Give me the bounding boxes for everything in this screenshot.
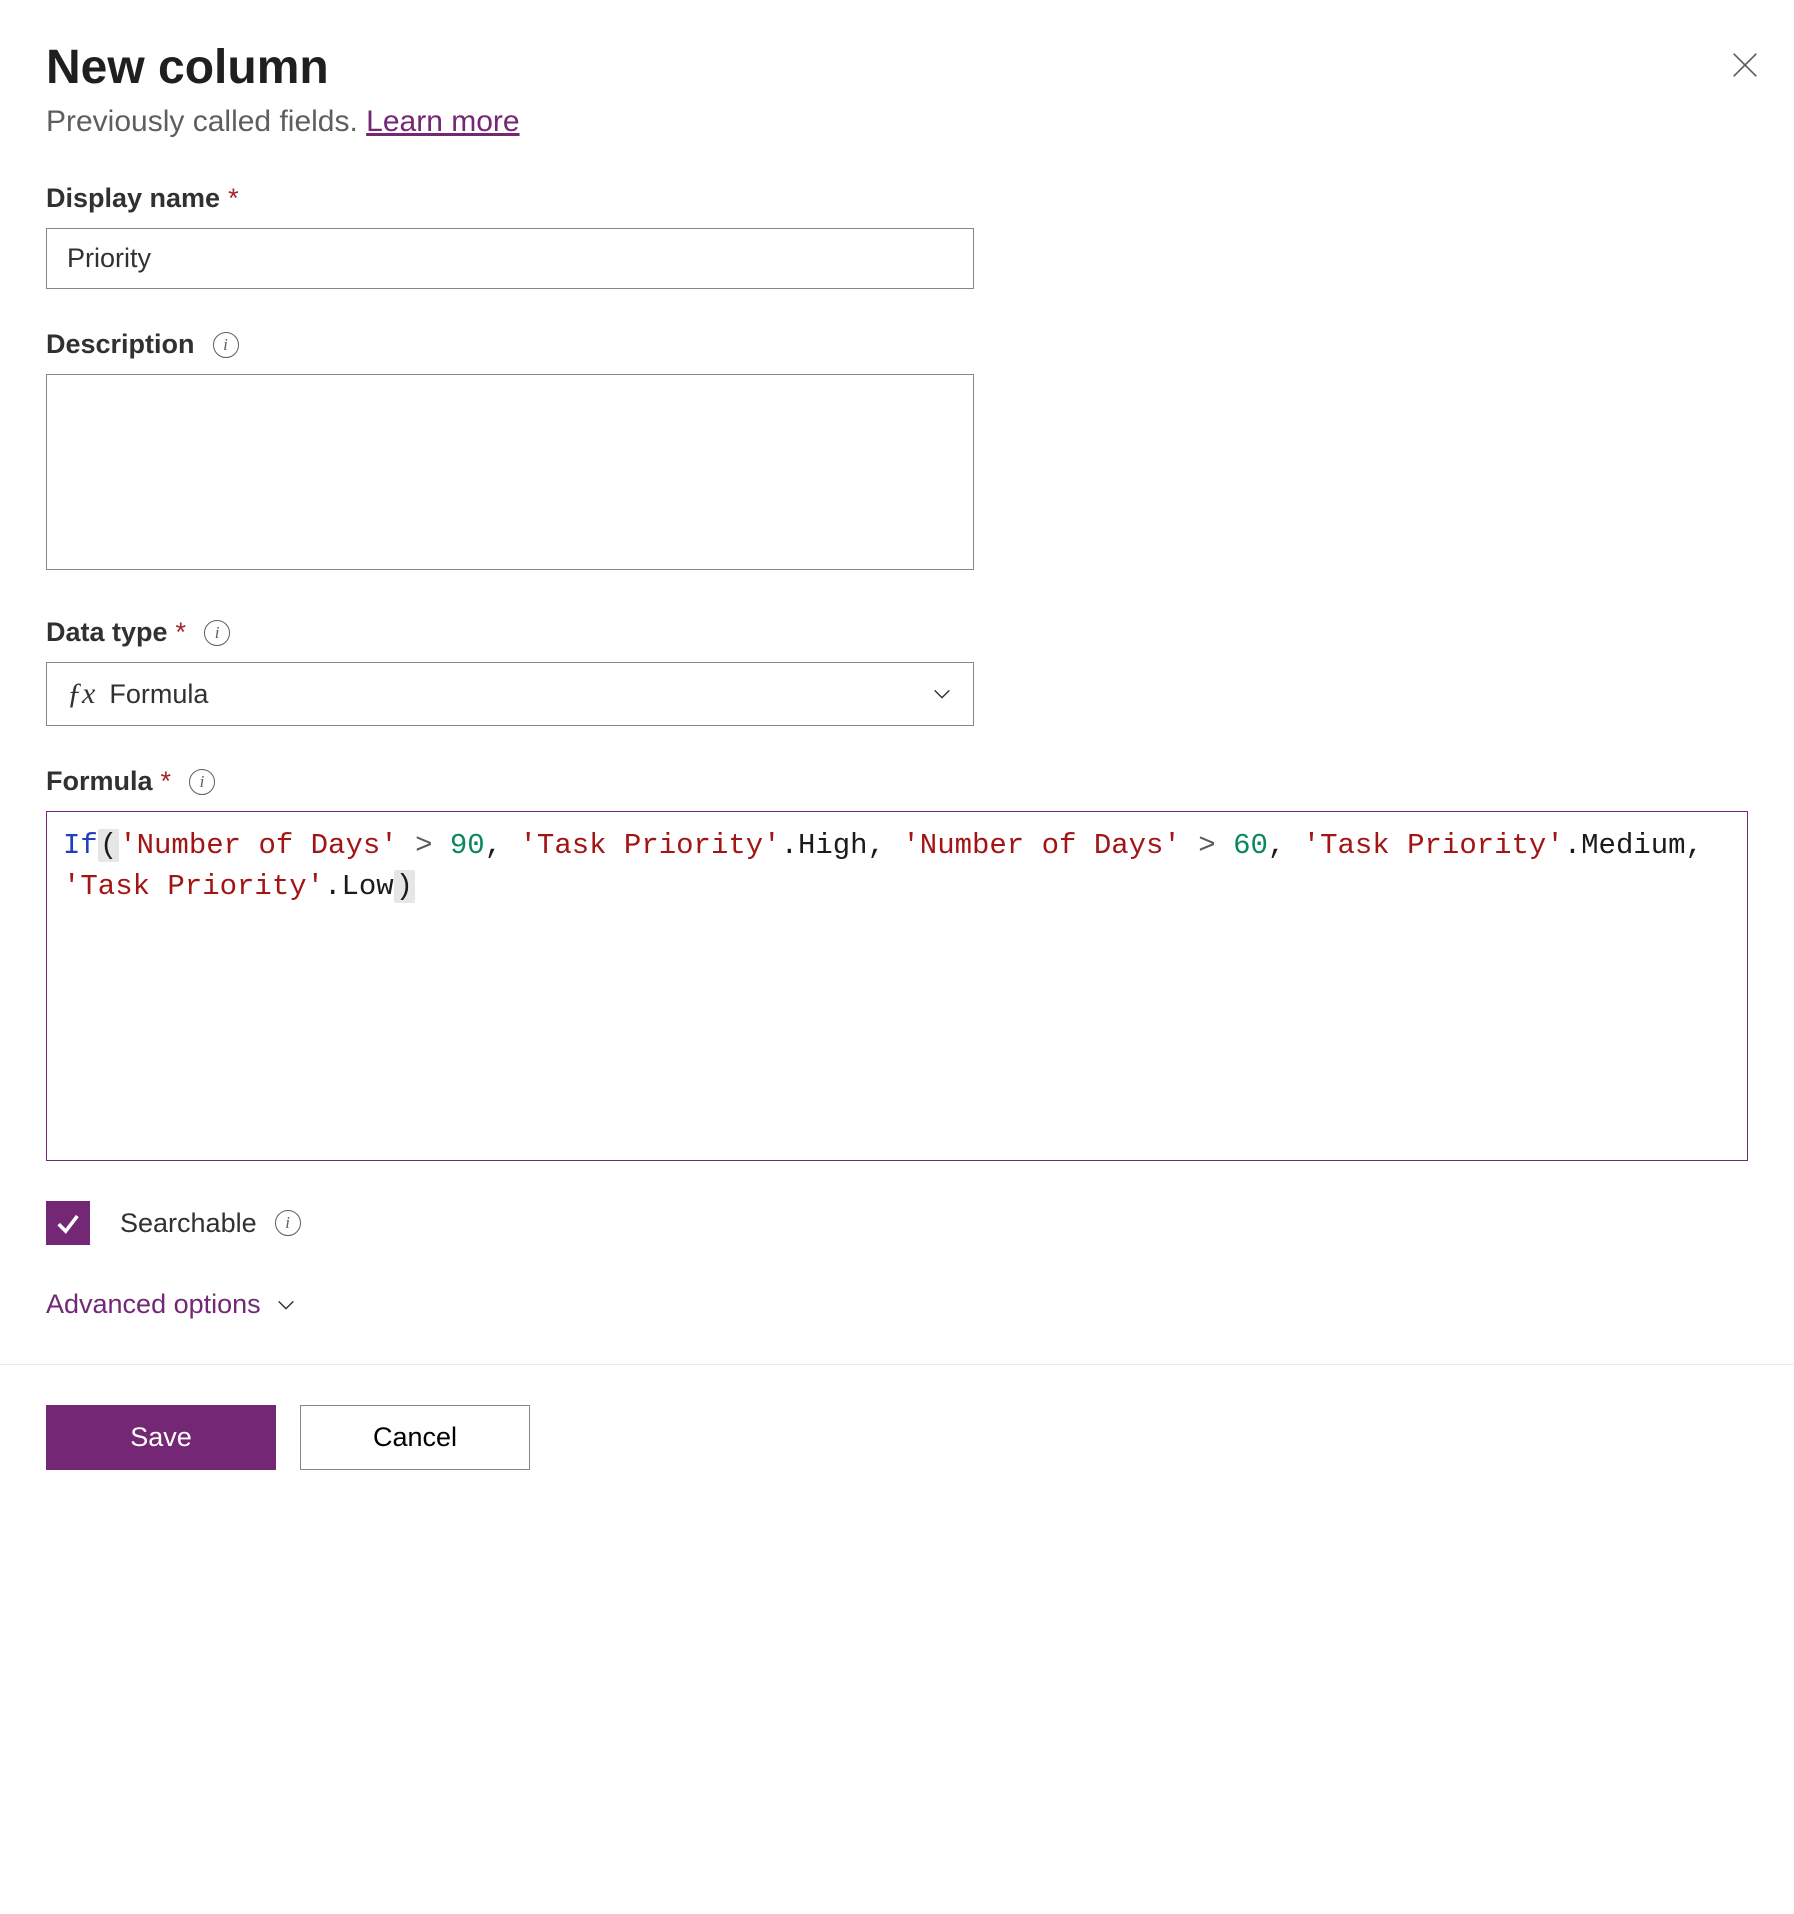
info-icon[interactable]: i [204,620,230,646]
panel-subtitle: Previously called fields. Learn more [46,105,1748,139]
footer-divider [0,1364,1794,1365]
data-type-label: Data type * i [46,617,1748,648]
formula-label: Formula * i [46,766,1748,797]
display-name-label: Display name * [46,183,1748,214]
searchable-label: Searchable i [120,1208,301,1239]
info-icon[interactable]: i [189,769,215,795]
panel-title: New column [46,40,1748,95]
searchable-label-text: Searchable [120,1208,257,1239]
data-type-value-wrap: ƒx Formula [67,677,208,711]
formula-editor[interactable]: If('Number of Days' > 90, 'Task Priority… [46,811,1748,1161]
info-icon[interactable]: i [213,332,239,358]
field-formula: Formula * i If('Number of Days' > 90, 'T… [46,766,1748,1161]
description-input[interactable] [46,374,974,570]
panel-header: New column Previously called fields. Lea… [46,40,1748,139]
description-label: Description i [46,329,1748,360]
field-description: Description i [46,329,1748,577]
formula-code: If('Number of Days' > 90, 'Task Priority… [63,826,1731,907]
advanced-options-label: Advanced options [46,1289,261,1320]
advanced-options-toggle[interactable]: Advanced options [46,1289,1748,1320]
subtitle-text: Previously called fields. [46,105,358,138]
searchable-row: Searchable i [46,1201,1748,1245]
footer-buttons: Save Cancel [46,1405,1748,1470]
chevron-down-icon [275,1294,297,1316]
data-type-label-text: Data type [46,617,168,648]
display-name-input[interactable] [46,228,974,289]
required-marker: * [176,617,187,648]
field-display-name: Display name * [46,183,1748,289]
learn-more-link[interactable]: Learn more [366,105,519,138]
info-icon[interactable]: i [275,1210,301,1236]
display-name-label-text: Display name [46,183,220,214]
searchable-checkbox[interactable] [46,1201,90,1245]
data-type-value: Formula [109,679,208,710]
required-marker: * [228,183,239,214]
data-type-select[interactable]: ƒx Formula [46,662,974,726]
field-data-type: Data type * i ƒx Formula [46,617,1748,726]
close-icon[interactable] [1728,48,1768,88]
description-label-text: Description [46,329,195,360]
formula-label-text: Formula [46,766,153,797]
fx-icon: ƒx [67,677,95,711]
save-button[interactable]: Save [46,1405,276,1470]
required-marker: * [161,766,172,797]
cancel-button[interactable]: Cancel [300,1405,530,1470]
chevron-down-icon [931,683,953,705]
